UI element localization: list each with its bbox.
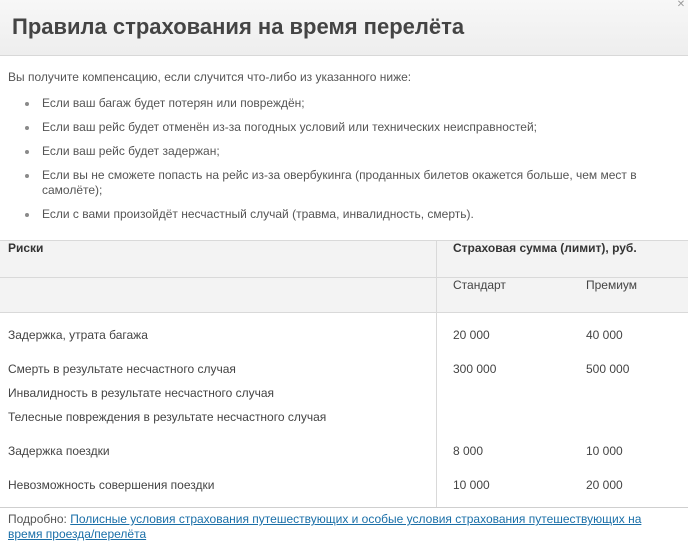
list-item: Если вы не сможете попасть на рейс из-за… [0,168,660,198]
bullet-icon [25,213,29,217]
table-header-row: Риски Страховая сумма (лимит), руб. [0,240,688,278]
bullet-icon [25,174,29,178]
header-standard: Стандарт [436,277,586,313]
insurance-table: Риски Страховая сумма (лимит), руб. Стан… [0,240,688,508]
table-row: Смерть в результате несчастного случая 3… [0,357,688,381]
list-item: Если с вами произойдёт несчастный случай… [0,207,660,222]
table-row: Задержка, утрата багажа 20 000 40 000 [0,323,688,347]
coverage-list: Если ваш багаж будет потерян или поврежд… [0,96,660,231]
close-icon[interactable]: ✕ [674,0,688,10]
list-item: Если ваш багаж будет потерян или поврежд… [0,96,660,111]
intro-text: Вы получите компенсацию, если случится ч… [8,70,412,84]
table-row: Телесные повреждения в результате несчас… [0,405,688,429]
bullet-icon [25,126,29,130]
header-risks: Риски [0,240,437,278]
bullet-icon [25,150,29,154]
table-row: Невозможность совершения поездки 10 000 … [0,473,688,497]
table-row: Инвалидность в результате несчастного сл… [0,381,688,405]
bullet-icon [25,102,29,106]
header-premium: Премиум [586,277,688,313]
table-row: Задержка поездки 8 000 10 000 [0,439,688,463]
footer-note: Подробно: Полисные условия страхования п… [8,512,668,542]
policy-terms-link[interactable]: Полисные условия страхования путешествую… [8,512,641,541]
page-title: Правила страхования на время перелёта [12,14,465,39]
table-subheader-row: Стандарт Премиум [0,277,688,313]
list-item: Если ваш рейс будет отменён из-за погодн… [0,120,660,135]
footer-prefix: Подробно: [8,512,67,526]
list-item: Если ваш рейс будет задержан; [0,144,660,159]
header-sum: Страховая сумма (лимит), руб. [436,240,688,278]
page-header: Правила страхования на время перелёта ✕ [0,0,688,56]
